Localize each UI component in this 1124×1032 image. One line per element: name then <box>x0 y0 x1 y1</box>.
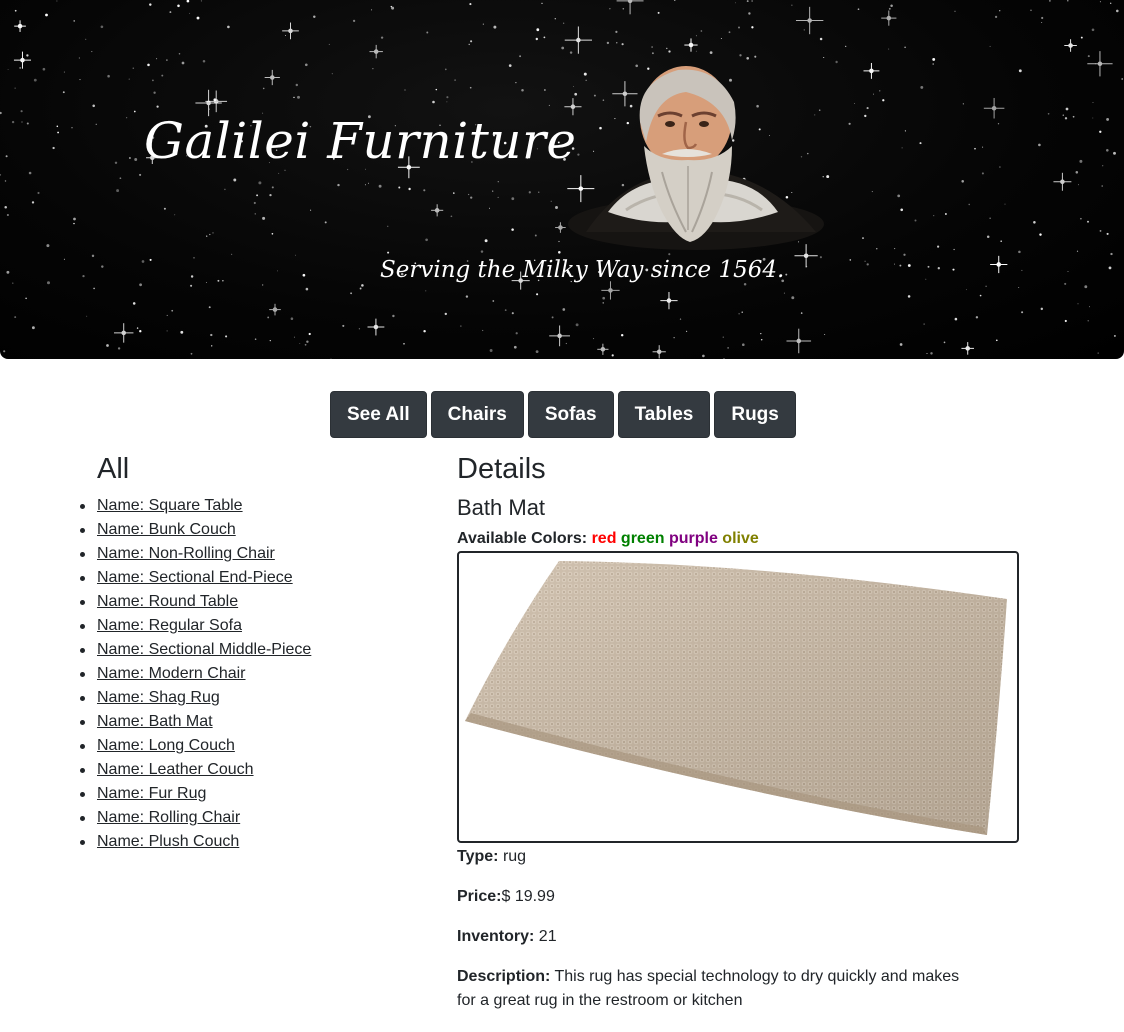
product-link-sectional-end-piece[interactable]: Name: Sectional End-Piece <box>97 569 293 586</box>
details-panel: Details Bath Mat Available Colors: red g… <box>457 450 1019 1013</box>
starfield-background <box>0 0 1124 359</box>
color-option-green: green <box>620 530 665 547</box>
list-item: Name: Plush Couch <box>80 830 417 854</box>
list-item: Name: Modern Chair <box>80 662 417 686</box>
tables-button[interactable]: Tables <box>617 391 711 438</box>
list-item: Name: Sectional End-Piece <box>80 566 417 590</box>
price-value: $ 19.99 <box>501 888 555 905</box>
product-link-square-table[interactable]: Name: Square Table <box>97 497 243 514</box>
chairs-button[interactable]: Chairs <box>430 391 524 438</box>
description-label: Description: <box>457 968 551 985</box>
product-link-bunk-couch[interactable]: Name: Bunk Couch <box>97 521 236 538</box>
type-label: Type: <box>457 848 499 865</box>
header-banner: Galilei Furniture Serving the Milky Way … <box>0 0 1124 359</box>
product-link-round-table[interactable]: Name: Round Table <box>97 593 238 610</box>
color-option-purple: purple <box>668 530 718 547</box>
product-name: Bath Mat <box>457 495 546 520</box>
see-all-button[interactable]: See All <box>330 391 427 438</box>
bath-mat-photo <box>465 561 1007 835</box>
category-nav: See All Chairs Sofas Tables Rugs <box>330 391 796 438</box>
inventory-label: Inventory: <box>457 928 535 945</box>
list-item: Name: Fur Rug <box>80 782 417 806</box>
site-tagline: Serving the Milky Way since 1564. <box>380 257 785 283</box>
list-heading: All <box>97 453 130 485</box>
price-label: Price: <box>457 888 502 905</box>
product-link-non-rolling-chair[interactable]: Name: Non-Rolling Chair <box>97 545 275 562</box>
product-link-sectional-middle-piece[interactable]: Name: Sectional Middle-Piece <box>97 641 311 658</box>
product-list: Name: Square Table Name: Bunk Couch Name… <box>80 494 417 854</box>
details-heading: Details <box>457 453 546 485</box>
list-item: Name: Rolling Chair <box>80 806 417 830</box>
product-link-fur-rug[interactable]: Name: Fur Rug <box>97 785 206 802</box>
product-link-rolling-chair[interactable]: Name: Rolling Chair <box>97 809 240 826</box>
product-link-leather-couch[interactable]: Name: Leather Couch <box>97 761 254 778</box>
sofas-button[interactable]: Sofas <box>527 391 614 438</box>
list-item: Name: Bunk Couch <box>80 518 417 542</box>
price-row: Price:$ 19.99 <box>457 885 1017 909</box>
list-item: Name: Non-Rolling Chair <box>80 542 417 566</box>
list-item: Name: Square Table <box>80 494 417 518</box>
list-item: Name: Round Table <box>80 590 417 614</box>
colors-label: Available Colors: <box>457 530 588 547</box>
list-item: Name: Leather Couch <box>80 758 417 782</box>
list-item: Name: Shag Rug <box>80 686 417 710</box>
site-title: Galilei Furniture <box>144 112 577 170</box>
product-link-bath-mat[interactable]: Name: Bath Mat <box>97 713 213 730</box>
color-option-red: red <box>591 530 617 547</box>
available-colors: Available Colors: red green purple olive <box>457 529 1017 549</box>
product-list-panel: All Name: Square Table Name: Bunk Couch … <box>80 450 417 854</box>
product-link-modern-chair[interactable]: Name: Modern Chair <box>97 665 246 682</box>
product-link-long-couch[interactable]: Name: Long Couch <box>97 737 235 754</box>
galileo-portrait-image <box>568 66 824 250</box>
rugs-button[interactable]: Rugs <box>714 391 796 438</box>
product-link-shag-rug[interactable]: Name: Shag Rug <box>97 689 220 706</box>
product-link-regular-sofa[interactable]: Name: Regular Sofa <box>97 617 242 634</box>
color-option-olive: olive <box>722 530 759 547</box>
list-item: Name: Regular Sofa <box>80 614 417 638</box>
inventory-row: Inventory: 21 <box>457 925 1017 949</box>
list-item: Name: Sectional Middle-Piece <box>80 638 417 662</box>
product-link-plush-couch[interactable]: Name: Plush Couch <box>97 833 239 850</box>
list-item: Name: Long Couch <box>80 734 417 758</box>
type-row: Type: rug <box>457 845 1017 869</box>
inventory-value: 21 <box>538 928 557 945</box>
description-row: Description: This rug has special techno… <box>457 965 977 1013</box>
product-image-frame <box>457 551 1019 843</box>
list-item: Name: Bath Mat <box>80 710 417 734</box>
type-value: rug <box>502 848 527 865</box>
